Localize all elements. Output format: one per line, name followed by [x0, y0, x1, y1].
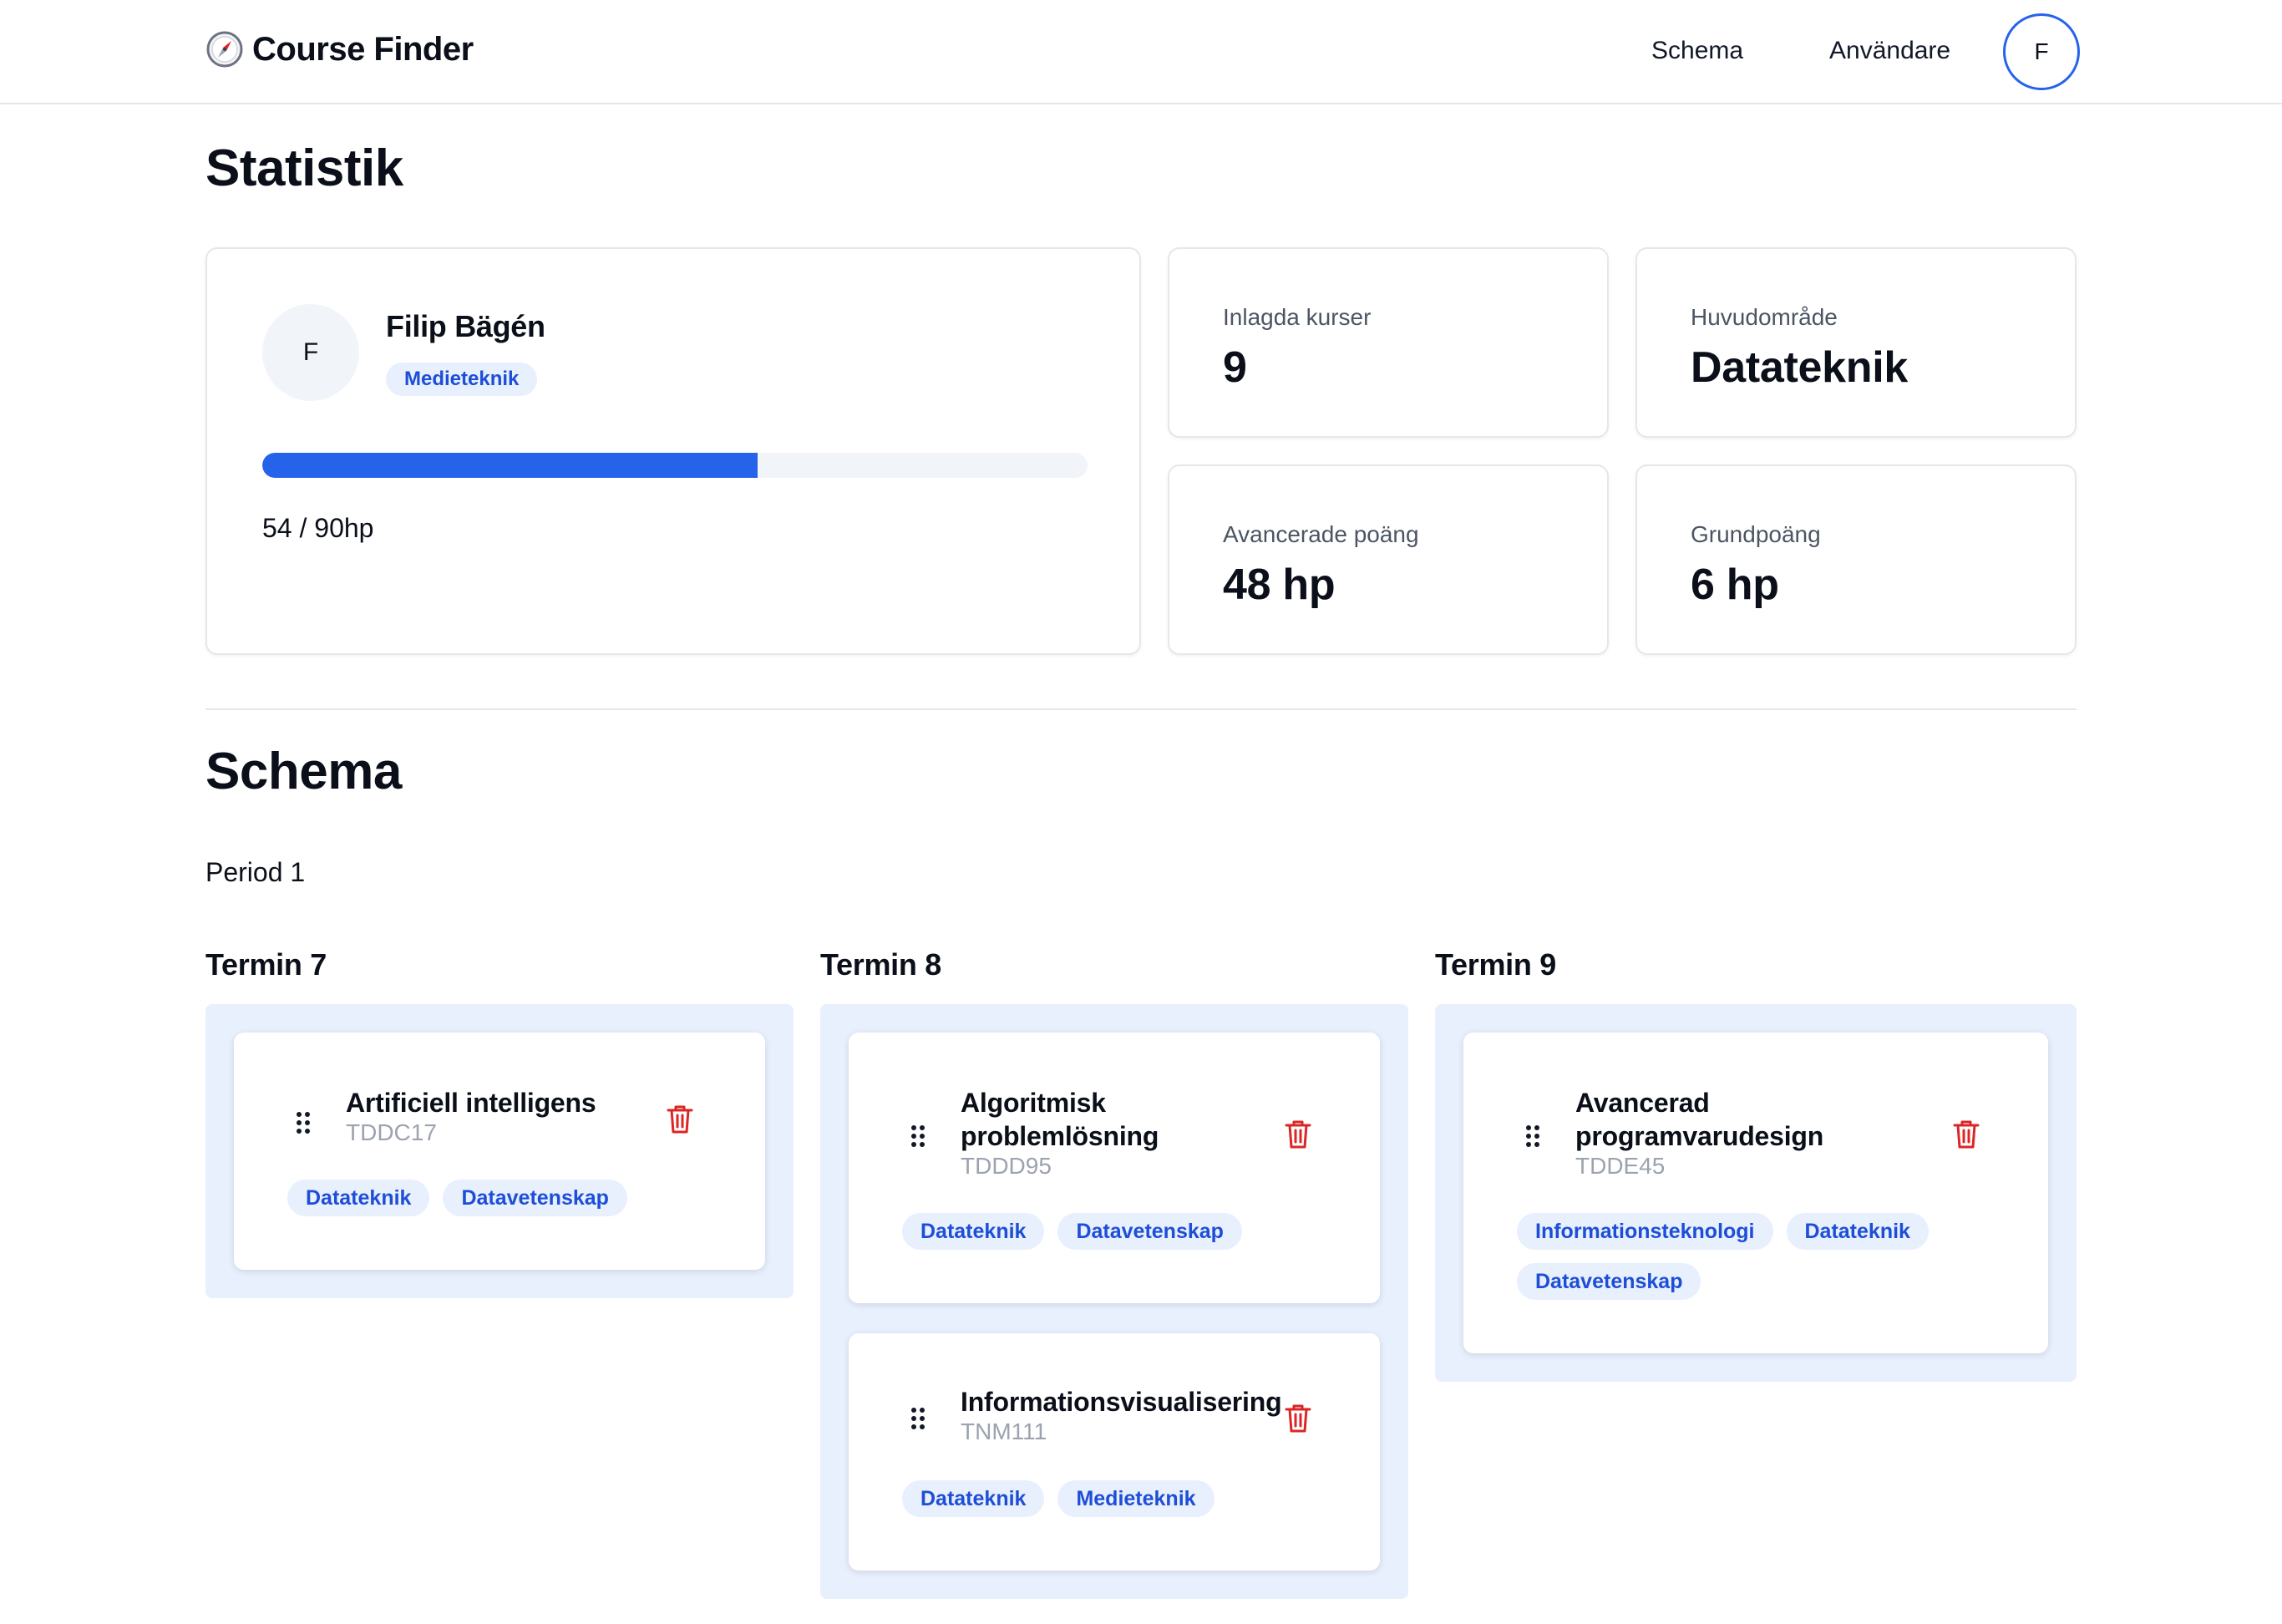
term-heading: Termin 8	[820, 947, 941, 982]
profile-name: Filip Bägén	[386, 309, 545, 343]
stat-card-basic-credits: Grundpoäng 6 hp	[1635, 464, 2077, 655]
course-card[interactable]: Avancerad programvarudesign TDDE45 Infor…	[1463, 1033, 2048, 1353]
tag[interactable]: Datavetenskap	[1057, 1213, 1242, 1250]
stat-value: 48 hp	[1223, 561, 1336, 609]
credits-progress-text: 54 / 90hp	[262, 513, 374, 543]
stat-label: Avancerade poäng	[1223, 521, 1419, 547]
course-code: TNM111	[961, 1418, 1047, 1444]
course-card[interactable]: Algoritmisk problemlösning TDDD95 Datate…	[849, 1033, 1380, 1303]
tag[interactable]: Datateknik	[902, 1480, 1045, 1517]
user-avatar-button[interactable]: F	[2003, 13, 2080, 90]
stat-card-courses: Inlagda kurser 9	[1168, 247, 1609, 438]
course-name: Artificiell intelligens	[346, 1088, 596, 1118]
term-column-7: Artificiell intelligens TDDC17 Datatekni…	[205, 1004, 794, 1298]
course-name: Informationsvisualisering	[961, 1387, 1282, 1417]
stat-value: 9	[1223, 343, 1247, 392]
tag[interactable]: Datavetenskap	[443, 1180, 627, 1216]
course-card[interactable]: Informationsvisualisering TNM111 Datatek…	[849, 1333, 1380, 1571]
drag-handle-icon[interactable]	[296, 1111, 311, 1134]
top-navbar: Course Finder Schema Användare F	[0, 0, 2282, 104]
stat-label: Grundpoäng	[1691, 521, 1821, 547]
program-badge: Medieteknik	[386, 363, 538, 396]
term-heading: Termin 7	[205, 947, 327, 982]
course-tags: Datateknik Datavetenskap	[902, 1213, 1346, 1250]
stat-value: Datateknik	[1691, 343, 1908, 392]
tag[interactable]: Informationsteknologi	[1517, 1213, 1773, 1250]
profile-card: F Filip Bägén Medieteknik 54 / 90hp	[205, 247, 1141, 655]
course-code: TDDC17	[346, 1119, 437, 1145]
drag-handle-icon[interactable]	[910, 1407, 925, 1430]
course-tags: Datateknik Medieteknik	[902, 1480, 1346, 1517]
tag[interactable]: Datateknik	[902, 1213, 1045, 1250]
tag[interactable]: Datateknik	[1786, 1213, 1929, 1250]
compass-icon	[206, 31, 243, 68]
drag-handle-icon[interactable]	[1525, 1124, 1540, 1148]
profile-avatar: F	[262, 304, 359, 401]
brand-name: Course Finder	[252, 30, 474, 68]
stat-label: Huvudområde	[1691, 304, 1838, 330]
stat-card-advanced-credits: Avancerade poäng 48 hp	[1168, 464, 1609, 655]
term-heading: Termin 9	[1435, 947, 1556, 982]
stat-label: Inlagda kurser	[1223, 304, 1372, 330]
drag-handle-icon[interactable]	[910, 1124, 925, 1148]
course-tags: Datateknik Datavetenskap	[287, 1180, 732, 1216]
trash-icon[interactable]	[667, 1104, 693, 1134]
stats-heading: Statistik	[205, 140, 403, 197]
course-name: Avancerad programvarudesign	[1575, 1088, 1824, 1151]
course-tags: Informationsteknologi Datateknik Datavet…	[1517, 1213, 1956, 1300]
tag[interactable]: Datateknik	[287, 1180, 430, 1216]
credits-progress-fill	[262, 453, 758, 478]
stat-value: 6 hp	[1691, 561, 1779, 609]
course-name: Algoritmisk problemlösning	[961, 1088, 1159, 1151]
tag[interactable]: Medieteknik	[1057, 1480, 1215, 1517]
brand-logo[interactable]: Course Finder	[205, 30, 474, 69]
period-label: Period 1	[205, 857, 306, 887]
trash-icon[interactable]	[1285, 1403, 1311, 1434]
schedule-heading: Schema	[205, 743, 402, 800]
credits-progress-bar	[262, 453, 1088, 478]
nav-link-schema[interactable]: Schema	[1651, 37, 1743, 65]
trash-icon[interactable]	[1285, 1119, 1311, 1149]
nav-link-users[interactable]: Användare	[1829, 37, 1950, 65]
course-card[interactable]: Artificiell intelligens TDDC17 Datatekni…	[234, 1033, 765, 1270]
section-divider	[205, 708, 2077, 710]
trash-icon[interactable]	[1953, 1119, 1980, 1149]
tag[interactable]: Datavetenskap	[1517, 1263, 1701, 1300]
stat-card-main-field: Huvudområde Datateknik	[1635, 247, 2077, 438]
course-code: TDDD95	[961, 1153, 1052, 1179]
course-code: TDDE45	[1575, 1153, 1666, 1179]
term-column-9: Avancerad programvarudesign TDDE45 Infor…	[1435, 1004, 2077, 1382]
term-column-8: Algoritmisk problemlösning TDDD95 Datate…	[820, 1004, 1408, 1599]
